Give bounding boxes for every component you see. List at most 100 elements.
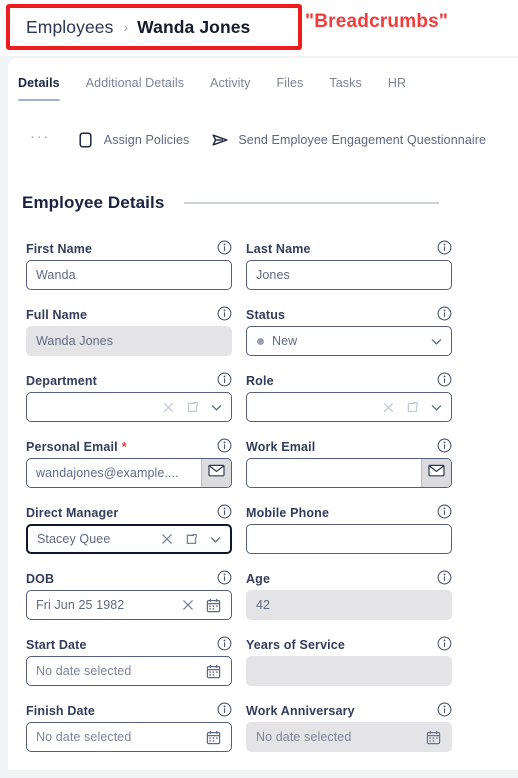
- open-external-icon[interactable]: [406, 401, 419, 414]
- info-icon[interactable]: [217, 504, 232, 519]
- field-header: Personal Email *: [26, 436, 232, 458]
- overflow-menu-icon[interactable]: ···: [30, 129, 50, 147]
- calendar-icon[interactable]: [206, 730, 221, 745]
- info-icon[interactable]: [437, 636, 452, 651]
- send-email-button[interactable]: [421, 459, 451, 487]
- direct-manager-lookup[interactable]: Stacey Quee: [26, 524, 232, 554]
- calendar-icon[interactable]: [206, 664, 221, 679]
- tab-tasks[interactable]: Tasks: [329, 72, 361, 101]
- start-date-input[interactable]: No date selected: [26, 656, 232, 686]
- personal-email-input[interactable]: wandajones@example....: [26, 458, 232, 488]
- field-header: Last Name: [246, 238, 452, 260]
- info-icon[interactable]: [217, 438, 232, 453]
- calendar-icon: [426, 730, 441, 745]
- info-icon[interactable]: [437, 372, 452, 387]
- info-icon[interactable]: [437, 570, 452, 585]
- select-controls: [430, 335, 451, 348]
- date-controls: [206, 664, 231, 679]
- action-toolbar: ··· Assign Policies Send Employee Engage…: [30, 128, 508, 152]
- tab-additional-details-label: Additional Details: [85, 76, 185, 90]
- info-icon[interactable]: [217, 372, 232, 387]
- tab-activity[interactable]: Activity: [210, 72, 250, 101]
- status-select[interactable]: New: [246, 326, 452, 356]
- finish-date-input[interactable]: No date selected: [26, 722, 232, 752]
- tab-bar: Details Additional Details Activity File…: [18, 72, 406, 101]
- work-email-input[interactable]: [246, 458, 452, 488]
- field-start-date: Start Date No date selected: [26, 634, 232, 686]
- field-header: Work Anniversary: [246, 700, 452, 722]
- tab-hr-label: HR: [387, 76, 407, 90]
- field-label: First Name: [26, 242, 93, 256]
- field-label: DOB: [26, 572, 55, 586]
- chevron-down-icon[interactable]: [430, 335, 443, 348]
- app-screen: Employees › Wanda Jones "Breadcrumbs" De…: [0, 0, 518, 778]
- chevron-down-icon[interactable]: [209, 533, 222, 546]
- send-engagement-questionnaire-button[interactable]: Send Employee Engagement Questionnaire: [211, 133, 486, 147]
- clear-icon[interactable]: [162, 401, 175, 414]
- clear-icon[interactable]: [160, 532, 174, 546]
- lookup-controls: [162, 401, 231, 414]
- document-icon: [77, 132, 95, 148]
- info-icon[interactable]: [437, 504, 452, 519]
- lookup-controls: [160, 532, 230, 546]
- field-label: Full Name: [26, 308, 88, 322]
- tab-details[interactable]: Details: [18, 72, 60, 101]
- tab-details-label: Details: [18, 76, 60, 90]
- tab-files[interactable]: Files: [276, 72, 303, 101]
- info-icon[interactable]: [437, 240, 452, 255]
- info-icon[interactable]: [437, 306, 452, 321]
- field-work-anniversary: Work Anniversary No date selected: [246, 700, 452, 752]
- assign-policies-button[interactable]: Assign Policies: [77, 132, 190, 148]
- open-external-icon[interactable]: [186, 401, 199, 414]
- chevron-down-icon[interactable]: [430, 401, 443, 414]
- field-mobile-phone: Mobile Phone: [246, 502, 452, 554]
- field-department: Department: [26, 370, 232, 422]
- field-label: Department: [26, 374, 97, 388]
- field-label: Last Name: [246, 242, 311, 256]
- info-icon[interactable]: [217, 240, 232, 255]
- breadcrumb-separator-icon: ›: [123, 19, 129, 35]
- field-header: Start Date: [26, 634, 232, 656]
- info-icon[interactable]: [217, 306, 232, 321]
- record-detail-card: Details Additional Details Activity File…: [8, 58, 518, 770]
- info-icon[interactable]: [437, 702, 452, 717]
- envelope-icon: [208, 464, 225, 482]
- full-name-readonly-value: Wanda Jones: [26, 326, 232, 356]
- field-label: Direct Manager: [26, 506, 119, 520]
- tab-hr[interactable]: HR: [388, 72, 406, 101]
- form-row: Full Name Wanda Jones Status New: [8, 304, 518, 370]
- field-value: No date selected: [36, 664, 132, 678]
- field-header: Mobile Phone: [246, 502, 452, 524]
- clear-icon[interactable]: [382, 401, 395, 414]
- field-label: Role: [246, 374, 274, 388]
- tab-additional-details[interactable]: Additional Details: [86, 72, 184, 101]
- mobile-phone-input[interactable]: [246, 524, 452, 554]
- field-first-name: First Name Wanda: [26, 238, 232, 290]
- info-icon[interactable]: [217, 570, 232, 585]
- field-full-name: Full Name Wanda Jones: [26, 304, 232, 356]
- field-label: Work Email: [246, 440, 316, 454]
- field-header: Status: [246, 304, 452, 326]
- required-asterisk: *: [121, 440, 127, 454]
- send-email-button[interactable]: [201, 459, 231, 487]
- breadcrumb-link-employees[interactable]: Employees: [26, 17, 113, 38]
- clear-icon[interactable]: [181, 598, 195, 612]
- field-years-of-service: Years of Service: [246, 634, 452, 686]
- info-icon[interactable]: [217, 702, 232, 717]
- info-icon[interactable]: [217, 636, 232, 651]
- section-header-employee-details: Employee Details: [22, 193, 492, 213]
- info-icon[interactable]: [437, 438, 452, 453]
- field-value: No date selected: [256, 730, 352, 744]
- department-lookup[interactable]: [26, 392, 232, 422]
- open-external-icon[interactable]: [185, 533, 198, 546]
- field-label: Status: [246, 308, 286, 322]
- lookup-controls: [382, 401, 451, 414]
- role-lookup[interactable]: [246, 392, 452, 422]
- field-label: Work Anniversary: [246, 704, 355, 718]
- calendar-icon[interactable]: [206, 598, 221, 613]
- date-controls: [181, 598, 231, 613]
- last-name-input[interactable]: Jones: [246, 260, 452, 290]
- first-name-input[interactable]: Wanda: [26, 260, 232, 290]
- chevron-down-icon[interactable]: [210, 401, 223, 414]
- dob-date-input[interactable]: Fri Jun 25 1982: [26, 590, 232, 620]
